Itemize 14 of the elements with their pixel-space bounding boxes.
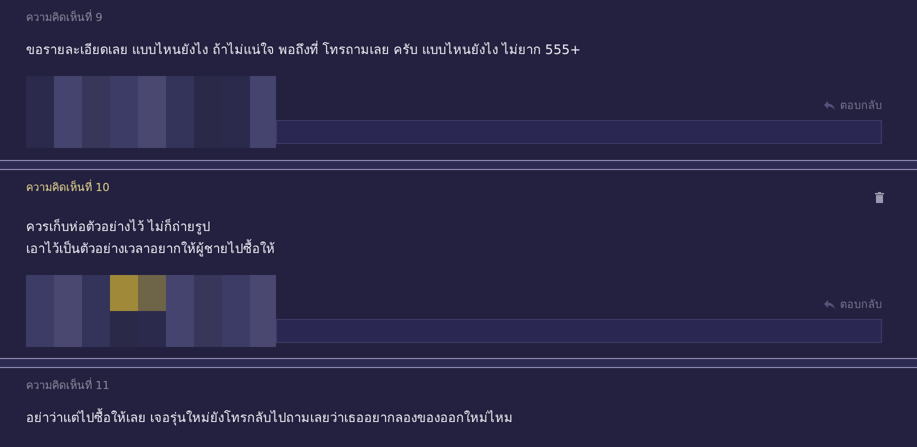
comment-text: อย่าว่าแต่ไปซื้อให้เลย เจอรุ่นใหม่ยังโทรกลับไปถามเลยว่าเธออยากลองของออกใหม่ไหม	[26, 408, 882, 430]
reply-link[interactable]: ตอบกลับ	[824, 295, 882, 313]
reply-field[interactable]	[276, 319, 882, 343]
reply-icon	[824, 300, 835, 308]
comment-number: ความคิดเห็นที่ 11	[26, 376, 110, 394]
comment-text: ขอรายละเอียดเลย แบบไหนยังไง ถ้าไม่แน่ใจ พอถึงที่ โทรถามเลย ครับ แบบไหนยังไง ไม่ยาก 555+	[26, 40, 882, 62]
comment-text: เอาไว้เป็นตัวอย่างเวลาอยากให้ผู้ชายไปซื้อให้	[26, 239, 882, 261]
trash-icon[interactable]	[875, 192, 884, 203]
comment-text: ควรเก็บห่อตัวอย่างไว้ ไม่ก็ถ่ายรูป	[26, 218, 212, 237]
comment-number: ความคิดเห็นที่ 10	[26, 178, 110, 196]
reply-link[interactable]: ตอบกลับ	[824, 96, 882, 114]
comment-number: ความคิดเห็นที่ 9	[26, 8, 102, 26]
reply-field[interactable]	[276, 120, 882, 144]
reply-icon	[824, 100, 835, 110]
